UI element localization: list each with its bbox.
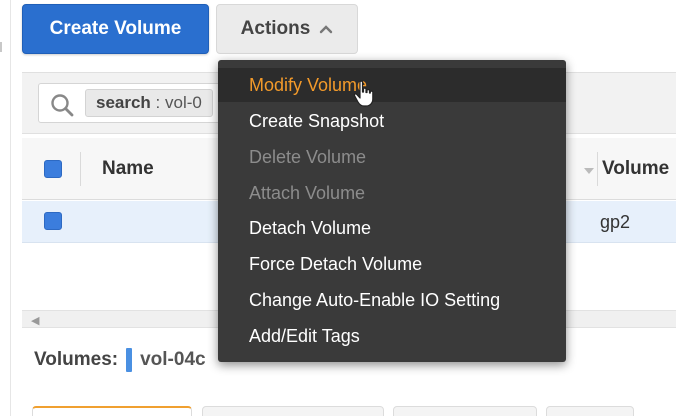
menu-item-detach-volume[interactable]: Detach Volume bbox=[218, 211, 566, 245]
tab-status-checks[interactable] bbox=[202, 406, 384, 416]
search-filter-token[interactable]: search : vol-0 bbox=[85, 89, 213, 117]
column-separator bbox=[597, 152, 598, 186]
details-volume-id: vol-04c bbox=[140, 349, 206, 370]
column-header-volume-type[interactable]: Volume bbox=[602, 158, 669, 180]
search-token-key: search bbox=[96, 93, 151, 112]
scroll-left-icon[interactable]: ◀ bbox=[31, 314, 39, 327]
column-header-name[interactable]: Name bbox=[102, 158, 154, 180]
actions-button[interactable]: Actions bbox=[216, 4, 358, 54]
menu-item-change-auto-enable-io[interactable]: Change Auto-Enable IO Setting bbox=[218, 283, 566, 317]
left-divider bbox=[10, 0, 11, 416]
row-checkbox[interactable] bbox=[44, 212, 62, 230]
search-token-value: vol-0 bbox=[165, 93, 202, 112]
menu-item-add-edit-tags[interactable]: Add/Edit Tags bbox=[218, 319, 566, 353]
menu-item-create-snapshot[interactable]: Create Snapshot bbox=[218, 104, 566, 138]
tab-tags[interactable] bbox=[546, 406, 634, 416]
create-volume-button[interactable]: Create Volume bbox=[22, 4, 209, 54]
menu-item-modify-volume[interactable]: Modify Volume bbox=[218, 68, 566, 102]
menu-item-attach-volume: Attach Volume bbox=[249, 183, 366, 203]
menu-item-force-detach-volume[interactable]: Force Detach Volume bbox=[218, 247, 566, 281]
volume-marker bbox=[126, 348, 133, 372]
sort-caret-icon[interactable] bbox=[584, 168, 594, 174]
details-label: Volumes: bbox=[34, 349, 119, 370]
row-volume-type-cell: gp2 bbox=[600, 212, 631, 232]
column-separator bbox=[80, 152, 81, 186]
search-icon bbox=[51, 94, 74, 117]
tab-monitoring[interactable] bbox=[393, 406, 537, 416]
ec2-volumes-page: Create Volume Actions search : vol-0 Nam… bbox=[0, 0, 676, 416]
left-panel-handle[interactable] bbox=[0, 42, 4, 52]
actions-label: Actions bbox=[240, 18, 311, 39]
tab-description[interactable] bbox=[32, 406, 192, 416]
details-header: Volumes: vol-04c bbox=[34, 348, 206, 372]
menu-item-delete-volume: Delete Volume bbox=[249, 147, 367, 167]
chevron-up-icon bbox=[320, 25, 333, 34]
actions-dropdown-menu: Modify Volume Create Snapshot Delete Vol… bbox=[218, 60, 566, 362]
hand-pointer-icon bbox=[353, 80, 374, 107]
select-all-checkbox[interactable] bbox=[44, 160, 62, 178]
